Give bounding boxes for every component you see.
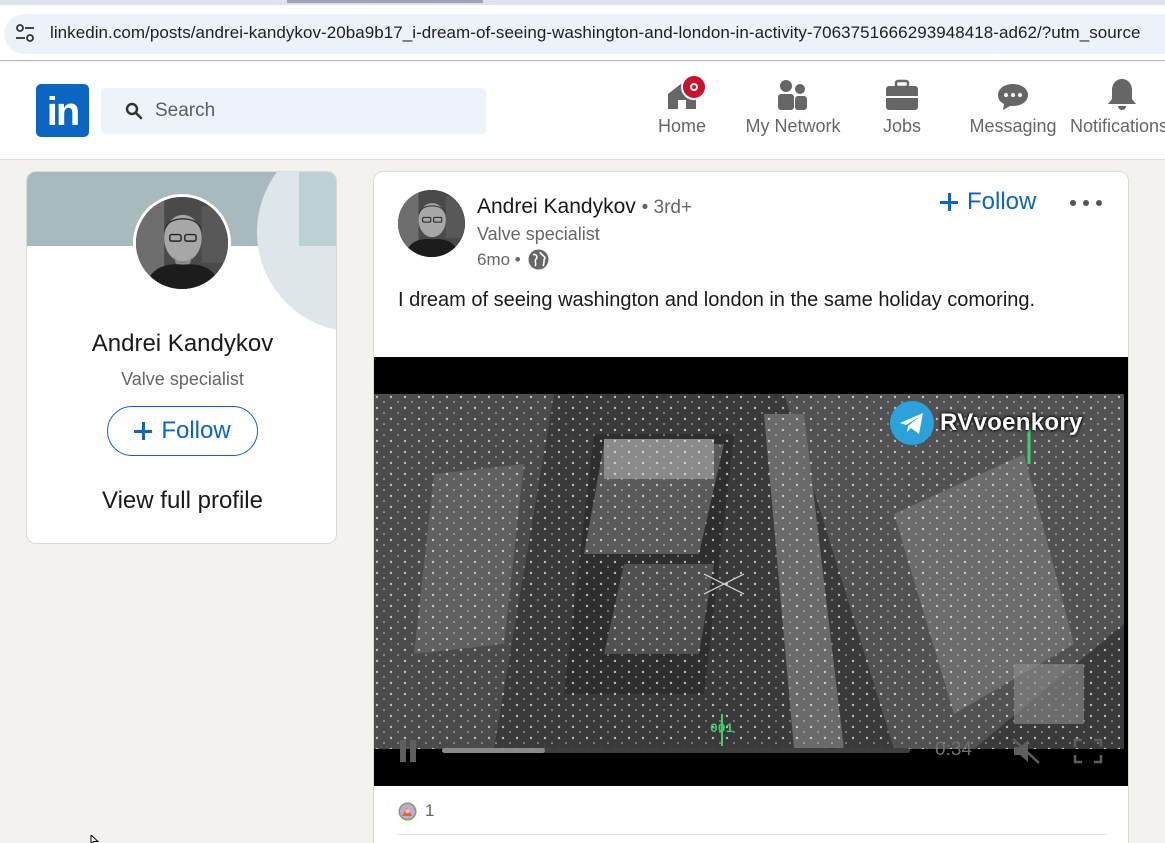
search-icon [125, 102, 143, 120]
avatar[interactable] [133, 194, 231, 292]
network-icon [776, 76, 810, 112]
video-watermark: RVvoenkory [890, 401, 1083, 445]
video-progress-fill [442, 748, 545, 753]
nav-label: Messaging [969, 116, 1057, 136]
author-name[interactable]: Andrei Kandykov [477, 195, 636, 218]
nav-label: My Network [745, 116, 841, 136]
globe-icon [528, 249, 549, 270]
post-divider [398, 834, 1106, 835]
nav-my-network[interactable]: My Network [740, 76, 846, 156]
more-options-icon[interactable] [1066, 188, 1106, 218]
mute-icon[interactable] [1010, 736, 1042, 766]
connection-degree: • 3rd+ [641, 197, 693, 218]
mouse-cursor-icon [90, 835, 100, 843]
watermark-text: RVvoenkory [940, 409, 1083, 436]
post-card: Andrei Kandykov • 3rd+ Valve specialist … [373, 171, 1129, 843]
fullscreen-icon[interactable] [1073, 738, 1103, 764]
bell-icon [1105, 76, 1139, 112]
profile-headline: Valve specialist [121, 369, 244, 389]
author-line: Andrei Kandykov • 3rd+ [477, 195, 692, 219]
nav-messaging[interactable]: Messaging [966, 76, 1060, 156]
pause-icon[interactable] [398, 740, 418, 762]
browser-address-bar: linkedin.com/posts/andrei-kandykov-20ba9… [0, 5, 1165, 61]
reaction-count: 1 [425, 801, 435, 820]
post-meta: 6mo • [477, 249, 549, 270]
post-text: I dream of seeing washington and london … [398, 289, 1036, 311]
home-icon [665, 74, 707, 112]
search-input[interactable] [155, 88, 475, 134]
video-timecode: 0:34 [935, 739, 972, 760]
follow-button[interactable]: Follow [107, 406, 258, 456]
reactions-summary[interactable]: 1 [398, 801, 434, 821]
video-player[interactable]: 001 RVvoenkory 0:34 [374, 357, 1128, 786]
nav-label: Notifications [1070, 116, 1165, 136]
post-follow-button[interactable]: Follow [940, 188, 1036, 216]
post-time: 6mo • [477, 249, 521, 269]
follow-label: Follow [967, 188, 1037, 215]
global-nav: in Home My Network [0, 62, 1165, 160]
chat-icon [996, 76, 1030, 112]
video-progress-bar[interactable] [442, 748, 910, 753]
video-frame: 001 [374, 394, 1124, 749]
active-tab-indicator[interactable] [287, 0, 483, 3]
address-url[interactable]: linkedin.com/posts/andrei-kandykov-20ba9… [50, 23, 1141, 43]
nav-label: Home [657, 116, 706, 136]
overlay-counter: 001 [710, 721, 734, 736]
linkedin-logo[interactable]: in [36, 84, 89, 137]
site-settings-icon[interactable] [14, 22, 36, 44]
telegram-icon [890, 401, 934, 445]
notification-badge [681, 74, 707, 100]
author-headline: Valve specialist [477, 224, 600, 244]
profile-name[interactable]: Andrei Kandykov [27, 330, 336, 358]
plus-icon [134, 422, 153, 440]
profile-card: Andrei Kandykov Valve specialist Follow … [26, 171, 337, 544]
plus-icon [940, 193, 958, 211]
nav-label: Jobs [882, 116, 922, 136]
view-full-profile-link[interactable]: View full profile [27, 487, 336, 515]
follow-label: Follow [161, 417, 231, 444]
celebrate-reaction-icon [398, 802, 417, 820]
nav-jobs[interactable]: Jobs [874, 76, 930, 156]
search-box[interactable] [101, 88, 486, 134]
video-controls: 0:34 [374, 735, 1128, 775]
briefcase-icon [885, 76, 919, 112]
nav-home[interactable]: Home [652, 74, 712, 156]
nav-notifications[interactable]: Notifications [1070, 76, 1165, 156]
author-avatar[interactable] [398, 190, 465, 257]
